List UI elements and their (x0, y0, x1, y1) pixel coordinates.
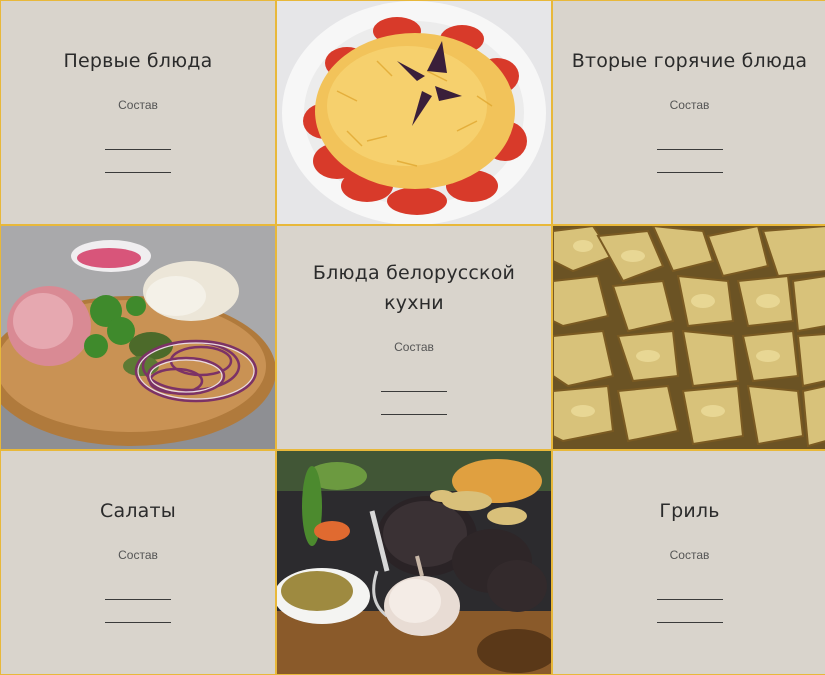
menu-tile-belarusian-cuisine[interactable]: Блюда белорусской кухни Состав (277, 226, 551, 449)
divider (105, 599, 171, 600)
tile-title: Вторые горячие блюда (571, 50, 808, 72)
tomato-cheese-salad-photo (277, 1, 551, 224)
tile-subtitle: Состав (394, 340, 434, 354)
divider (381, 414, 447, 415)
divider (656, 599, 723, 600)
divider (656, 622, 723, 623)
tile-title: Первые блюда (63, 50, 213, 72)
tile-title: Блюда белорусской кухни (312, 262, 516, 314)
menu-tile-first-courses[interactable]: Первые блюда Состав (1, 1, 275, 224)
tile-subtitle: Состав (669, 98, 710, 112)
divider (656, 149, 723, 150)
menu-tile-salads[interactable]: Салаты Состав (1, 451, 275, 674)
tile-subtitle: Состав (118, 548, 158, 562)
menu-tile-second-hot-courses[interactable]: Вторые горячие блюда Состав (553, 1, 825, 224)
divider (105, 622, 171, 623)
divider (105, 172, 171, 173)
divider (105, 149, 171, 150)
meat-onion-platter-photo (1, 226, 275, 449)
baked-potatoes-photo (553, 226, 825, 449)
blood-sausage-grill-photo (277, 451, 551, 674)
tile-subtitle: Состав (118, 98, 158, 112)
menu-tile-grill[interactable]: Гриль Состав (553, 451, 825, 674)
divider (656, 172, 723, 173)
tile-subtitle: Состав (669, 548, 710, 562)
tile-title: Салаты (100, 500, 176, 522)
menu-grid: Первые блюда Состав Вторые горячие блюда… (0, 0, 825, 675)
tile-title: Гриль (659, 500, 720, 522)
divider (381, 391, 447, 392)
